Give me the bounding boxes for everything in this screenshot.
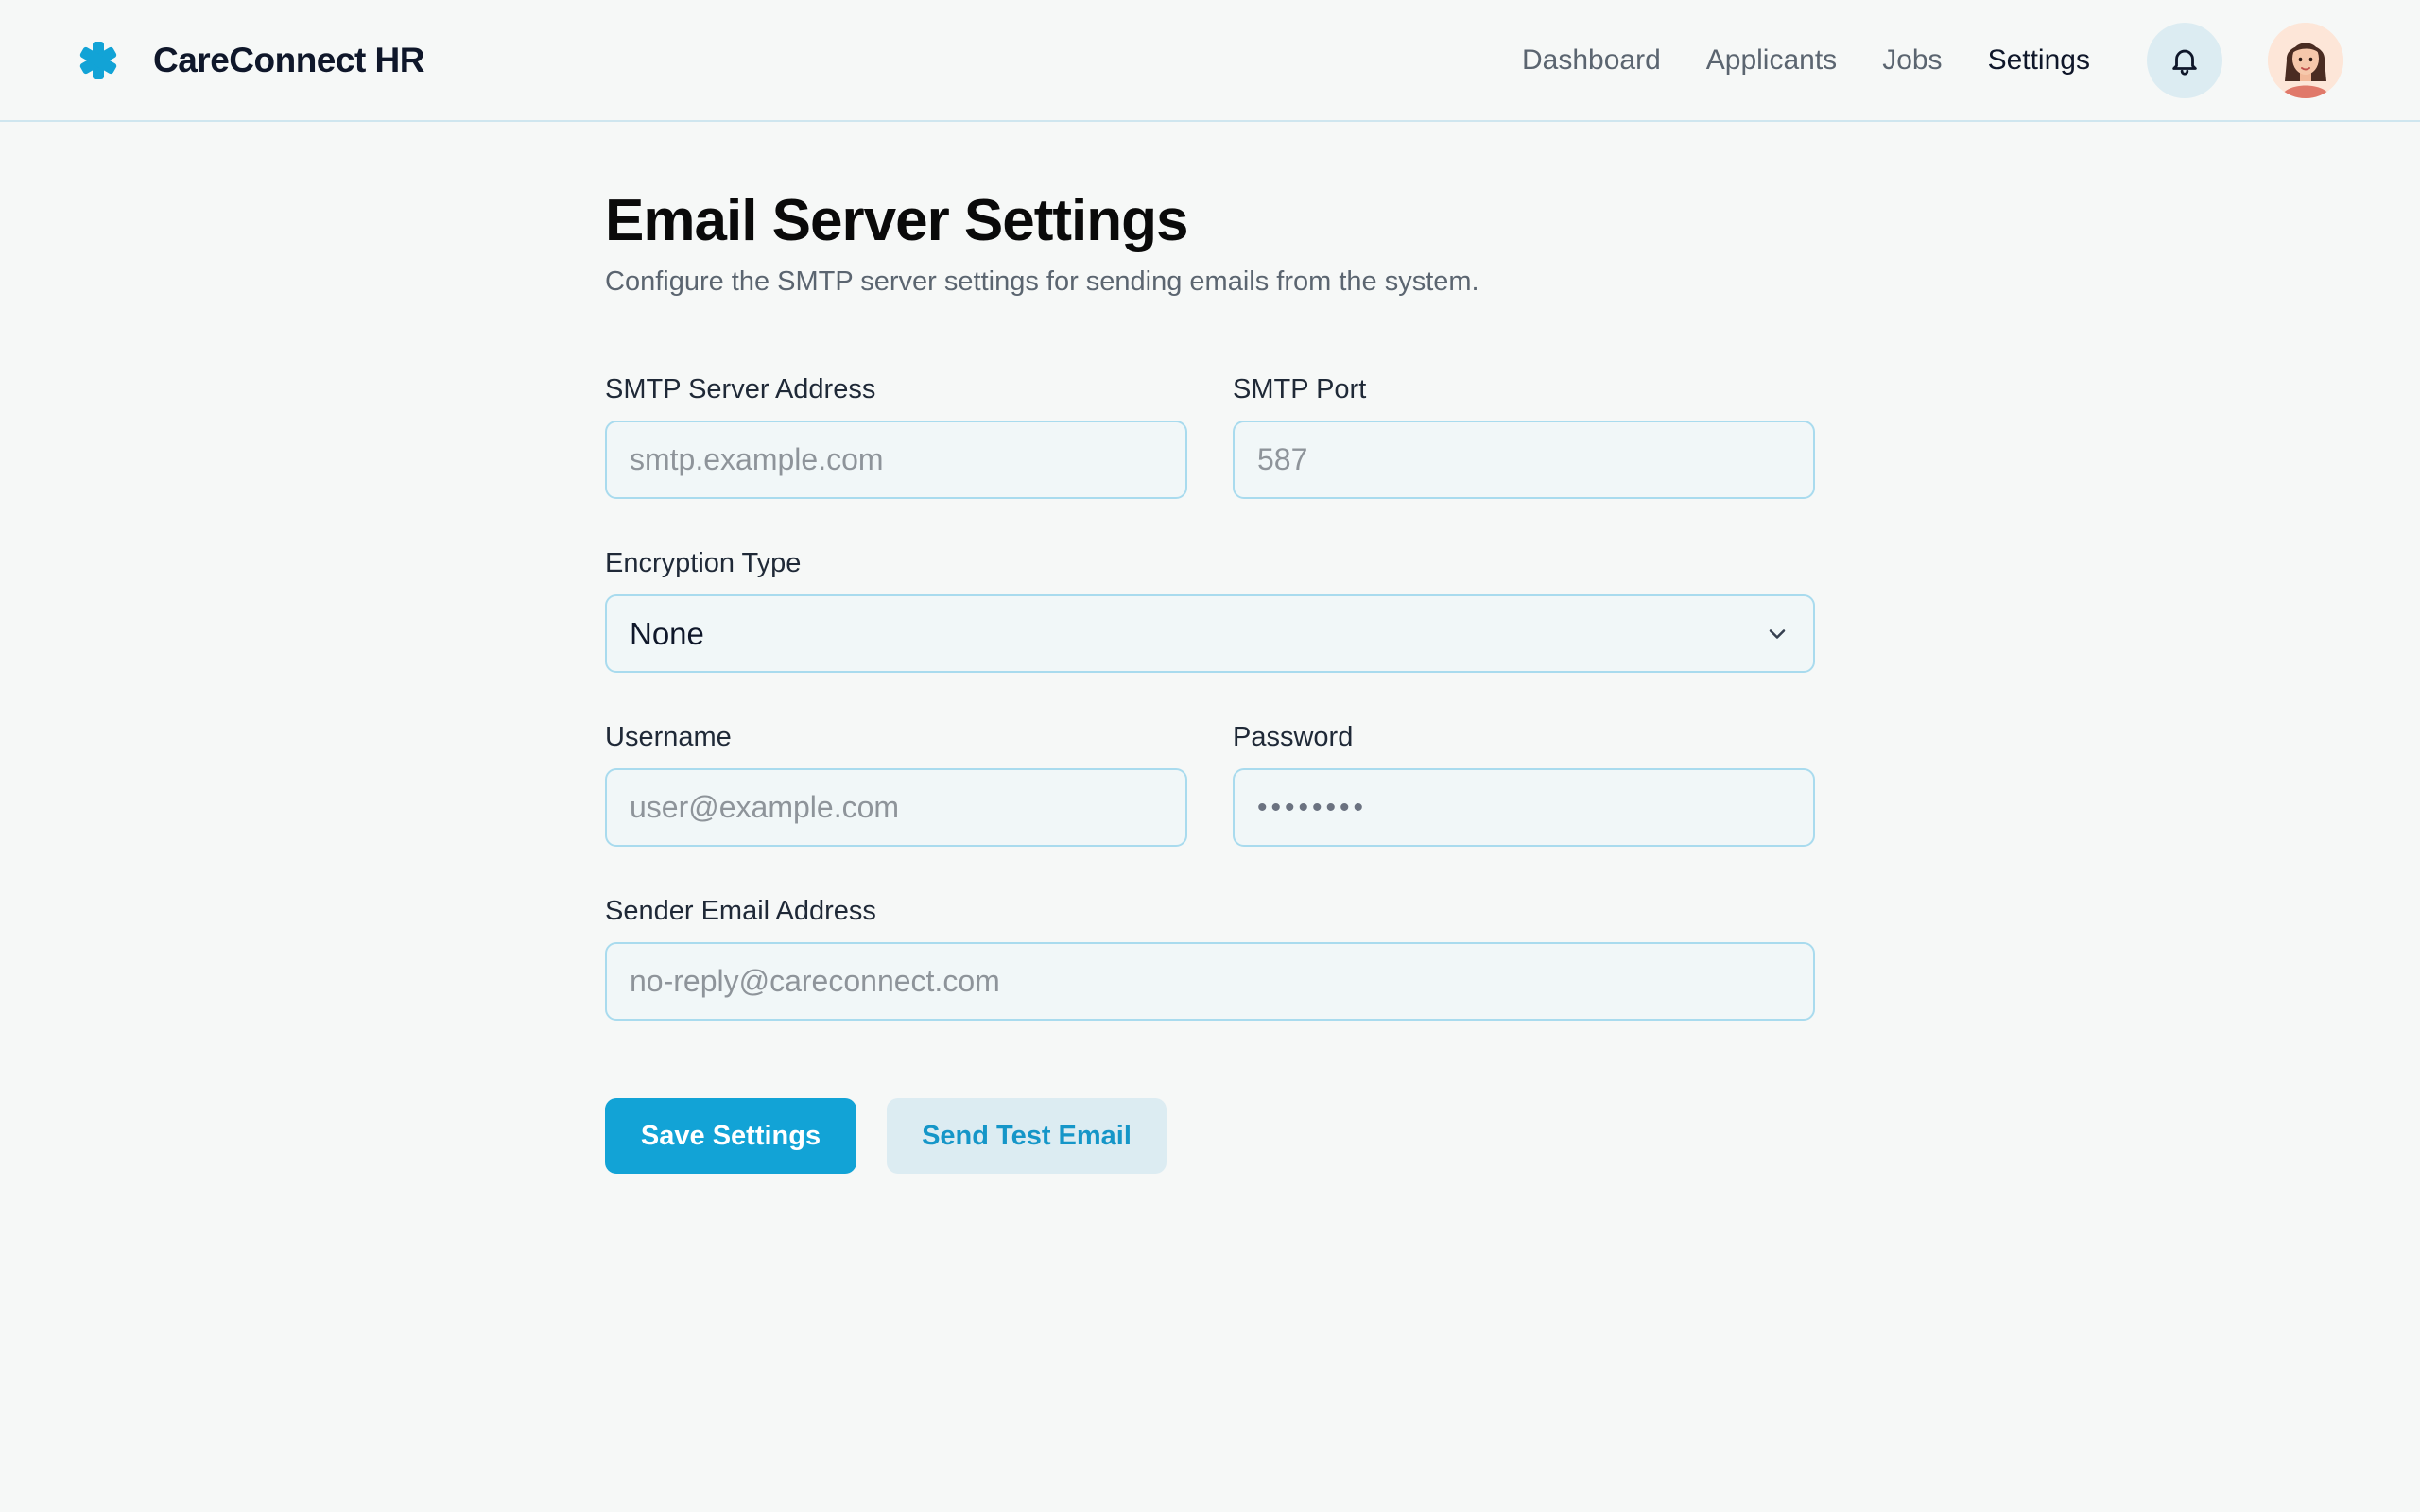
encryption-label: Encryption Type — [605, 548, 802, 578]
bell-icon — [2172, 49, 2197, 76]
password-field: Password •••••••• — [1233, 722, 1815, 847]
chevron-down-icon — [1769, 628, 1786, 639]
main-nav: Dashboard Applicants Jobs Settings — [1522, 38, 2090, 83]
smtp-port-input[interactable] — [1233, 421, 1815, 499]
sender-email-input[interactable] — [605, 942, 1815, 1021]
page-title: Email Server Settings — [605, 188, 1189, 253]
encryption-field: Encryption Type None — [605, 548, 1815, 673]
encryption-selected-value: None — [630, 615, 704, 651]
nav-jobs[interactable]: Jobs — [1882, 44, 1942, 77]
smtp-port-field: SMTP Port — [1233, 374, 1815, 499]
smtp-server-field: SMTP Server Address — [605, 374, 1187, 499]
brand[interactable]: CareConnect HR — [76, 36, 425, 85]
password-masked-value: •••••••• — [1257, 791, 1368, 823]
password-label: Password — [1233, 722, 1354, 752]
medical-asterisk-icon — [79, 42, 117, 79]
smtp-server-label: SMTP Server Address — [605, 374, 876, 404]
avatar-portrait-icon — [2268, 23, 2343, 98]
sender-email-label: Sender Email Address — [605, 896, 876, 926]
page-subtitle: Configure the SMTP server settings for s… — [605, 266, 1479, 298]
username-field: Username — [605, 722, 1187, 847]
nav-applicants[interactable]: Applicants — [1706, 44, 1837, 77]
user-avatar[interactable] — [2268, 23, 2343, 98]
username-label: Username — [605, 722, 732, 752]
password-input[interactable]: •••••••• — [1233, 768, 1815, 847]
encryption-select[interactable]: None — [605, 594, 1815, 673]
send-test-email-button[interactable]: Send Test Email — [887, 1098, 1167, 1174]
sender-email-field: Sender Email Address — [605, 896, 1815, 1021]
notifications-button[interactable] — [2147, 23, 2222, 98]
app-name: CareConnect HR — [153, 41, 425, 79]
top-navbar: CareConnect HR Dashboard Applicants Jobs… — [0, 0, 2420, 122]
username-input[interactable] — [605, 768, 1187, 847]
smtp-port-label: SMTP Port — [1233, 374, 1367, 404]
nav-dashboard[interactable]: Dashboard — [1522, 44, 1661, 77]
settings-main: Email Server Settings Configure the SMTP… — [605, 188, 1815, 298]
save-settings-button[interactable]: Save Settings — [605, 1098, 856, 1174]
nav-settings[interactable]: Settings — [1988, 44, 2090, 77]
smtp-server-input[interactable] — [605, 421, 1187, 499]
